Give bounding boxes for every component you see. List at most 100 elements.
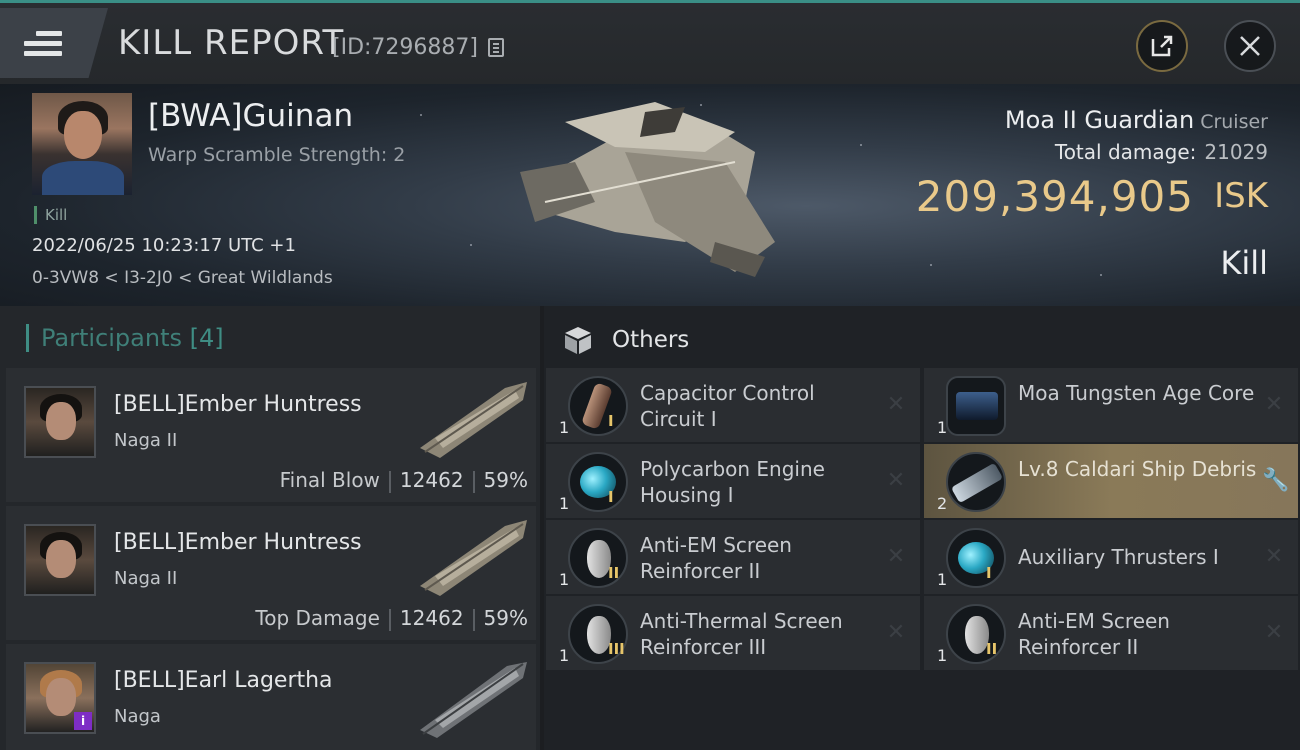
hamburger-icon [24,26,62,61]
close-button[interactable] [1224,20,1276,72]
participant-ship-image [420,520,527,596]
item-name: Auxiliary Thrusters I [1018,545,1219,569]
loot-item[interactable]: I 1 Capacitor Control Circuit I ✕ [546,368,920,442]
participant-row[interactable]: [BELL]Ember Huntress Naga II Final Blow 1… [6,368,536,502]
kill-report-window: KILL REPORT [ID:7296887] [BWA]Guinan War… [0,0,1300,750]
ship-name-text: Moa II Guardian [1004,106,1195,134]
participants-panel: Participants [4] [BELL]Ember Huntress Na… [0,306,540,750]
victim-portrait[interactable] [32,93,132,195]
destroyed-icon: ✕ [886,468,906,493]
others-label: Others [612,327,690,353]
participants-header: Participants [4] [26,324,224,352]
thruster-icon [946,528,1006,588]
loot-item[interactable]: III 1 Anti-Thermal Screen Reinforcer III… [546,596,920,670]
victim-warp-scramble: Warp Scramble Strength: 2 [148,144,406,166]
participant-role: Final Blow [279,468,380,492]
isk-value: 209,394,905 [915,172,1194,221]
participant-ship-image [420,662,527,738]
destroyed-icon: ✕ [886,392,906,417]
engine-icon [568,452,628,512]
item-quantity: 1 [937,646,948,665]
destroyed-icon: ✕ [1264,620,1284,645]
kill-tag: Kill [34,206,67,224]
victim-ship-name[interactable]: Moa II Guardian Cruiser [1005,106,1268,134]
participant-role: Top Damage [255,606,380,630]
ship-class: Cruiser [1200,111,1268,133]
others-panel: Others I 1 Capacitor Control Circuit I ✕… [544,306,1300,750]
debris-icon [946,452,1006,512]
title-bar: KILL REPORT [ID:7296887] [0,0,1300,84]
report-id: [ID:7296887] [332,35,478,60]
participant-percent: 59% [483,468,528,492]
item-tier: I [986,564,992,582]
item-name: Polycarbon Engine Housing I [640,457,825,507]
kill-result: Kill [1220,244,1268,282]
participant-ship-image [420,382,527,458]
capacitor-icon [568,376,628,436]
share-icon [1151,35,1173,57]
total-damage-value: 21029 [1204,140,1268,164]
participant-portrait[interactable] [24,524,96,596]
kill-time: 2022/06/25 10:23:17 UTC +1 [32,235,296,256]
participants-count: [4] [189,324,224,352]
core-icon [946,376,1006,436]
destroyed-icon: ✕ [1264,392,1284,417]
page-title: KILL REPORT [118,23,345,63]
item-quantity: 1 [559,418,570,437]
participant-damage: 12462 [399,468,464,492]
close-icon [1240,36,1260,56]
participant-portrait[interactable] [24,386,96,458]
item-tier: II [608,564,620,582]
item-tier: II [986,640,998,658]
info-badge-icon: i [74,712,92,730]
loot-item-dropped[interactable]: 2 Lv.8 Caldari Ship Debris 🔧 [924,444,1298,518]
participant-row[interactable]: i [BELL]Earl Lagertha Naga [6,644,536,750]
item-name: Lv.8 Caldari Ship Debris [1018,457,1257,481]
item-quantity: 1 [559,570,570,589]
total-damage: Total damage: 21029 [1055,140,1268,164]
participant-ship: Naga II [114,430,178,451]
destroyed-icon: ✕ [886,544,906,569]
participant-percent: 59% [483,606,528,630]
item-name: Capacitor Control Circuit I [640,381,815,431]
participant-damage: 12462 [399,606,464,630]
box-icon [565,327,591,354]
victim-name[interactable]: [BWA]Guinan [148,98,353,134]
item-name: Anti-Thermal Screen Reinforcer III [640,609,843,659]
item-quantity: 1 [559,494,570,513]
participant-row[interactable]: [BELL]Ember Huntress Naga II Top Damage 1… [6,506,536,640]
participant-stats: Top Damage 12462 59% [255,606,528,631]
participant-portrait[interactable]: i [24,662,96,734]
destroyed-icon: ✕ [886,620,906,645]
item-name: Anti-EM Screen Reinforcer II [1018,609,1170,659]
item-name: Moa Tungsten Age Core [1018,381,1255,405]
item-quantity: 2 [937,494,948,513]
menu-button[interactable] [0,8,108,78]
total-damage-label: Total damage: [1054,140,1197,164]
loot-item[interactable]: I 1 Polycarbon Engine Housing I ✕ [546,444,920,518]
participant-ship: Naga [114,706,161,727]
victim-ship-image [520,102,775,277]
item-quantity: 1 [559,646,570,665]
copy-icon[interactable] [488,38,504,57]
loot-item[interactable]: II 1 Anti-EM Screen Reinforcer II ✕ [924,596,1298,670]
participant-stats: Final Blow 12462 59% [280,468,528,493]
item-tier: I [608,412,614,430]
others-header: Others [562,324,689,356]
participants-label: Participants [41,324,182,352]
item-tier: I [608,488,614,506]
share-button[interactable] [1136,20,1188,72]
item-quantity: 1 [937,570,948,589]
participant-name: [BELL]Ember Huntress [114,530,362,555]
loot-item[interactable]: II 1 Anti-EM Screen Reinforcer II ✕ [546,520,920,594]
item-quantity: 1 [937,418,948,437]
wrench-icon: 🔧 [1262,468,1290,493]
loot-item[interactable]: I 1 Auxiliary Thrusters I ✕ [924,520,1298,594]
item-tier: III [608,640,625,658]
destroyed-icon: ✕ [1264,544,1284,569]
victim-banner: [BWA]Guinan Warp Scramble Strength: 2 Ki… [0,84,1300,306]
kill-location: 0-3VW8 < I3-2J0 < Great Wildlands [32,268,333,288]
participant-ship: Naga II [114,568,178,589]
participant-name: [BELL]Earl Lagertha [114,668,333,693]
loot-item[interactable]: 1 Moa Tungsten Age Core ✕ [924,368,1298,442]
